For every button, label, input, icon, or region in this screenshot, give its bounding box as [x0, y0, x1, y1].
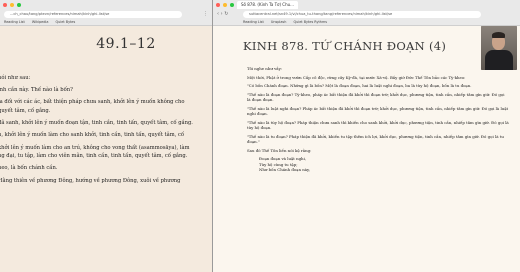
bookmarks-bar: Reading List Wikipedia Quiet Bytes [4, 19, 208, 25]
forward-icon[interactable]: › [221, 11, 223, 17]
browser-toolbar: ...ch_chau/tang/ptevn/references/nimah/k… [0, 0, 212, 26]
left-page-content: 49.1–12 nói như sau: ình cần này. Thế nà… [0, 26, 212, 272]
paragraph: "Có bốn Chánh đoạn. Những gì là bốn? Một… [247, 83, 472, 89]
paragraph: "Thế nào là tùy hộ đoạn? Pháp thiện chưa… [247, 119, 509, 131]
tab-bar: Số 878. (Kinh Ta Tơ) Chu... [213, 0, 520, 10]
bookmark-item[interactable]: Unsplash [271, 20, 287, 24]
bookmark-item[interactable]: Quiet Bytes [55, 20, 75, 24]
address-bar[interactable]: suttacentral.net/sn49.1/vi/chua_tu-thang… [243, 11, 481, 18]
sutta-text: Tôi nghe như vầy: Một thời, Phật ở trong… [247, 66, 509, 173]
minimize-window-icon[interactable] [223, 3, 227, 7]
browser-toolbar: Số 878. (Kinh Ta Tơ) Chu... ‹ › ↻ suttac… [213, 0, 520, 26]
text-line: nói như sau: [0, 75, 31, 81]
maximize-window-icon[interactable] [230, 3, 234, 7]
extensions-icon[interactable]: ⋮ [203, 11, 208, 18]
text-line: khởi lên ý muốn làm cho an trú, không ch… [0, 144, 190, 151]
right-page-content: KINH 878. TỨ CHÁNH ĐOẠN (4) Tôi nghe như… [213, 26, 520, 272]
tab-bar [0, 0, 212, 10]
bookmark-item[interactable]: Reading List [243, 20, 264, 24]
page-title: 49.1–12 [96, 36, 156, 52]
paragraph: Tôi nghe như vầy: [247, 66, 283, 71]
text-line: h, khởi lên ý muốn làm cho sanh khởi, ti… [0, 132, 185, 139]
close-window-icon[interactable] [3, 3, 7, 7]
text-line: la đối với các ác, bất thiện pháp chưa s… [0, 99, 185, 106]
paragraph: Một thời, Phật ở trong vườn Cấp cô độc, … [247, 74, 466, 80]
address-bar[interactable]: ...ch_chau/tang/ptevn/references/nimah/k… [4, 11, 182, 18]
tab-active[interactable]: Số 878. (Kinh Ta Tơ) Chu... [237, 1, 298, 9]
text-line: ình cần này. Thế nào là bốn? [0, 87, 73, 94]
paragraph: "Thế nào là đoạn đoạn? Tỳ-kheo, pháp ác … [247, 91, 505, 103]
right-browser-window: Số 878. (Kinh Ta Tơ) Chu... ‹ › ↻ suttac… [212, 0, 520, 272]
text-line: ng đại, tu tập, làm cho viên mãn, tinh c… [0, 153, 188, 160]
bookmark-item[interactable]: Wikipedia [32, 20, 49, 24]
webcam-person-body [485, 50, 513, 70]
webcam-overlay [481, 26, 517, 70]
bookmark-item[interactable]: Quiet Bytes Rythms [293, 20, 327, 24]
page-title: KINH 878. TỨ CHÁNH ĐOẠN (4) [243, 39, 447, 53]
text-line: heo, là bốn chánh cần. [0, 165, 58, 172]
minimize-window-icon[interactable] [10, 3, 14, 7]
close-window-icon[interactable] [216, 3, 220, 7]
bookmarks-bar: Reading List Unsplash Quiet Bytes Rythms [243, 19, 517, 25]
nav-buttons: ‹ › ↻ [217, 11, 228, 18]
maximize-window-icon[interactable] [17, 3, 21, 7]
text-line: đã sanh, khởi lên ý muốn đoạn tận, tinh … [0, 120, 193, 127]
bookmark-item[interactable]: Reading List [4, 20, 25, 24]
text-line: quyết tâm, cố gắng. [0, 107, 51, 114]
paragraph: "Thế nào là tu đoạn? Pháp thiện đã khởi,… [247, 133, 504, 145]
sutta-text: nói như sau: ình cần này. Thế nào là bốn… [0, 74, 212, 189]
webcam-person-hair [492, 32, 505, 38]
reload-icon[interactable]: ↻ [224, 11, 228, 17]
paragraph: "Thế nào là luật nghi đoạn? Pháp ác bất … [247, 105, 509, 117]
back-icon[interactable]: ‹ [217, 11, 219, 17]
verse-line: Như bốn Chánh đoạn này, [259, 167, 310, 173]
paragraph: Sau đó Thế Tôn liền nói kệ rằng: [247, 147, 312, 153]
left-browser-window: ...ch_chau/tang/ptevn/references/nimah/k… [0, 0, 212, 272]
text-line: Hằng thiên về phương Đông, hướng về phươ… [0, 177, 181, 184]
